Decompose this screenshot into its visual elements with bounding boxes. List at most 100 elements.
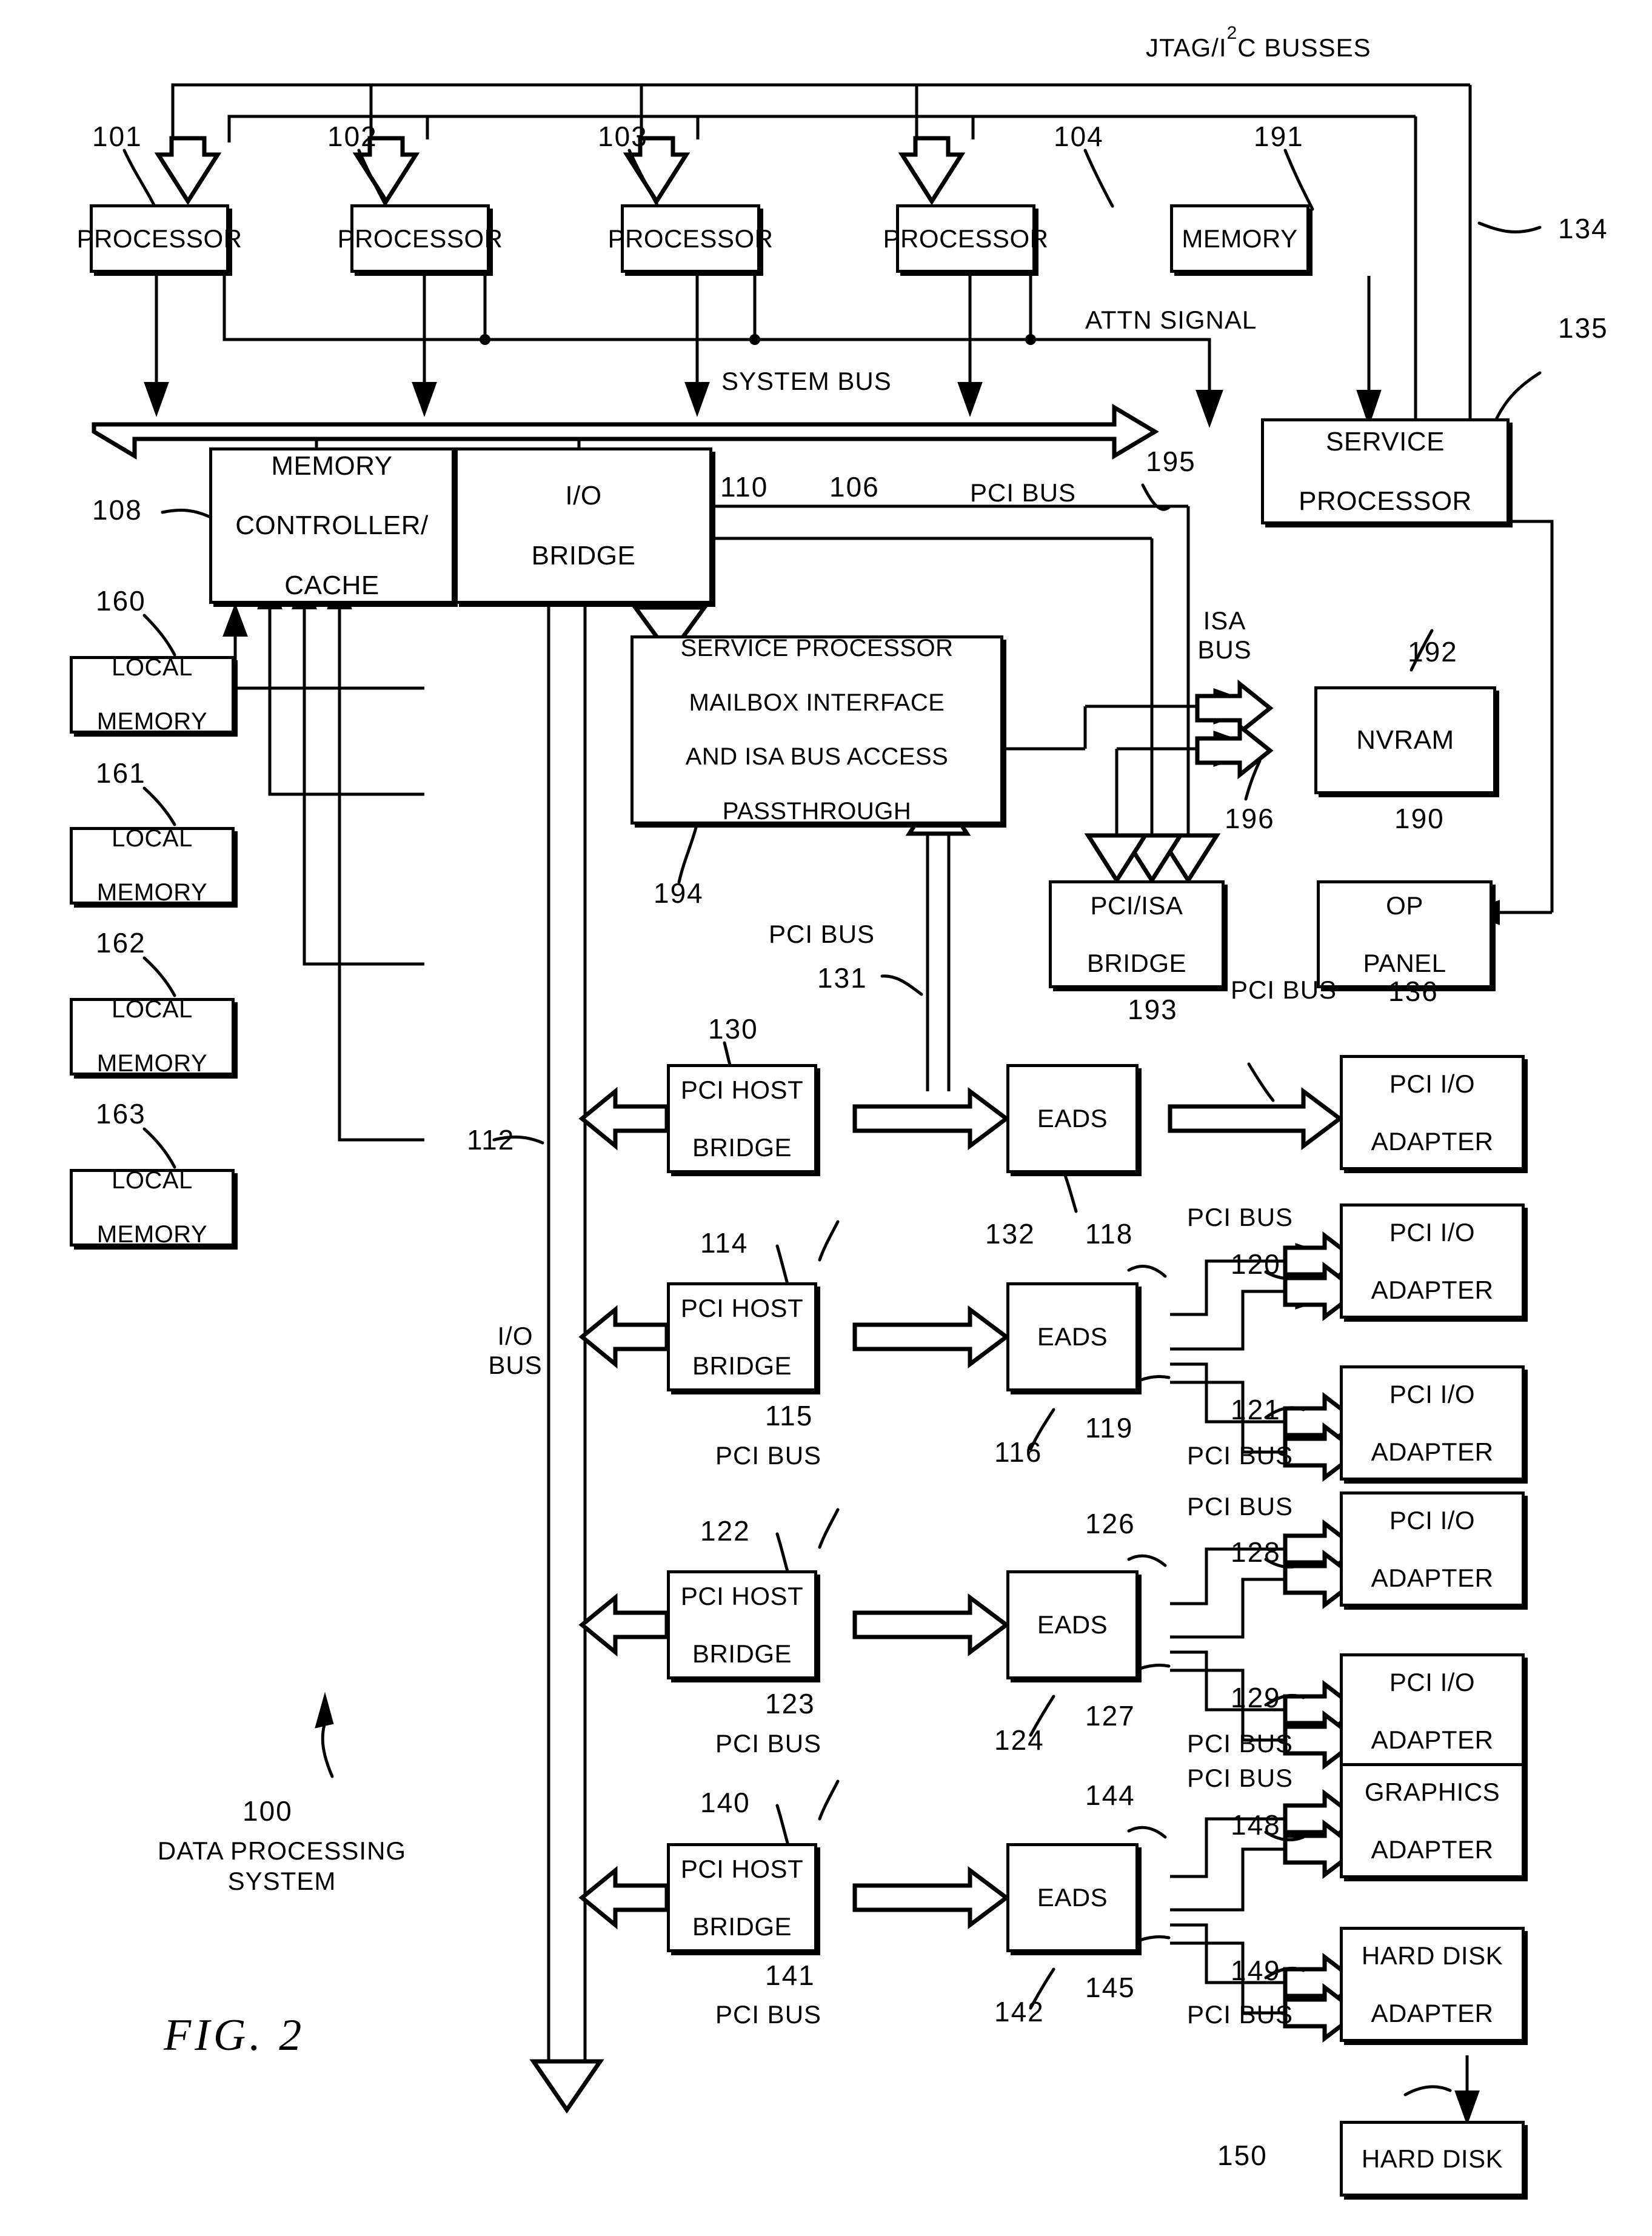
ref-149: 149 (1231, 1955, 1281, 1986)
ref-195: 195 (1146, 446, 1196, 477)
pci-host-bridge-130: PCI HOST BRIDGE (667, 1064, 817, 1173)
pci-isa-bridge-193: PCI/ISA BRIDGE (1049, 880, 1225, 988)
ref-110: 110 (720, 471, 769, 503)
system-bus-label: SYSTEM BUS (721, 367, 892, 395)
op-panel-190: OP PANEL (1317, 880, 1493, 988)
ref-101: 101 (92, 121, 142, 152)
pci-io-adapter-128: PCI I/O ADAPTER (1340, 1491, 1525, 1607)
ref-191: 191 (1254, 121, 1304, 152)
processor-102: PROCESSOR (338, 204, 503, 273)
pci-io-adapter-120: PCI I/O ADAPTER (1340, 1203, 1525, 1319)
ref-141: 141 (765, 1960, 815, 1991)
ref-123: 123 (765, 1688, 815, 1719)
local-memory-162: LOCAL MEMORY (70, 996, 235, 1077)
io-bridge-110: I/O BRIDGE (455, 447, 712, 604)
pci-bus-label-126: PCI BUS (1187, 1492, 1294, 1521)
ref-131: 131 (817, 962, 868, 994)
ref-104: 104 (1054, 121, 1104, 152)
eads-132: EADS (1006, 1064, 1139, 1173)
ref-194: 194 (654, 877, 704, 909)
pci-bus-label-106: PCI BUS (970, 478, 1077, 507)
ref-145: 145 (1085, 1972, 1135, 2003)
io-bus-label: I/O BUS (488, 1322, 543, 1380)
ref-127: 127 (1085, 1700, 1135, 1732)
pci-bus-label-118: PCI BUS (1187, 1203, 1294, 1231)
ref-114: 114 (700, 1227, 749, 1259)
figure-title: FIG. 2 (164, 2010, 306, 2060)
ref-112: 112 (467, 1124, 515, 1156)
pci-bus-label-123: PCI BUS (715, 1729, 822, 1758)
ref-134: 134 (1558, 213, 1608, 244)
nvram-192: NVRAM (1314, 686, 1496, 794)
pci-io-adapter-136: PCI I/O ADAPTER (1340, 1055, 1525, 1170)
ref-126: 126 (1085, 1508, 1135, 1539)
ref-124: 124 (994, 1724, 1045, 1756)
ref-129: 129 (1231, 1682, 1281, 1713)
jtag-i2c-superscript: 2 (1226, 23, 1238, 43)
ref-106: 106 (829, 471, 880, 503)
ref-190: 190 (1394, 803, 1445, 834)
patent-figure-sheet: JTAG/I2C BUSSES 101 102 103 104 191 134 … (0, 0, 1652, 2236)
pci-io-adapter-129: PCI I/O ADAPTER (1340, 1653, 1525, 1769)
isa-bus-label: ISA BUS (1197, 606, 1252, 664)
memory-controller-cache-108: MEMORY CONTROLLER/ CACHE (209, 447, 455, 604)
ref-160: 160 (96, 585, 146, 617)
pci-bus-label-115: PCI BUS (715, 1441, 822, 1470)
ref-192: 192 (1408, 636, 1458, 668)
eads-142: EADS (1006, 1843, 1139, 1952)
ref-119: 119 (1085, 1412, 1134, 1444)
eads-124: EADS (1006, 1570, 1139, 1679)
ref-135: 135 (1558, 312, 1608, 344)
ref-103: 103 (598, 121, 648, 152)
ref-122: 122 (700, 1515, 751, 1547)
processor-101: PROCESSOR (77, 204, 242, 273)
ref-193: 193 (1128, 994, 1178, 1025)
pci-bus-label-141: PCI BUS (715, 2000, 822, 2029)
attn-signal-label: ATTN SIGNAL (1085, 306, 1257, 334)
pci-host-bridge-114: PCI HOST BRIDGE (667, 1282, 817, 1391)
processor-103: PROCESSOR (608, 204, 773, 273)
memory-191: MEMORY (1170, 204, 1309, 273)
ref-140: 140 (700, 1787, 751, 1818)
pci-bus-label-131: PCI BUS (769, 920, 875, 948)
pci-host-bridge-140: PCI HOST BRIDGE (667, 1843, 817, 1952)
ref-148: 148 (1231, 1809, 1281, 1841)
jtag-i2c-bus-label: JTAG/I2C BUSSES (1146, 23, 1371, 62)
local-memory-163: LOCAL MEMORY (70, 1167, 235, 1248)
pci-bus-label-145: PCI BUS (1187, 2000, 1294, 2029)
ref-144: 144 (1085, 1779, 1135, 1811)
ref-118: 118 (1085, 1218, 1134, 1250)
pci-bus-label-127: PCI BUS (1187, 1729, 1294, 1758)
pci-io-adapter-121: PCI I/O ADAPTER (1340, 1365, 1525, 1481)
ref-161: 161 (96, 757, 146, 789)
ref-120: 120 (1231, 1248, 1281, 1280)
ref-196: 196 (1225, 803, 1275, 834)
ref-132: 132 (985, 1218, 1035, 1250)
ref-150: 150 (1217, 2140, 1268, 2171)
pci-bus-label-119: PCI BUS (1187, 1441, 1294, 1470)
service-processor-135: SERVICE PROCESSOR (1261, 418, 1510, 524)
ref-108: 108 (92, 494, 142, 526)
pci-host-bridge-122: PCI HOST BRIDGE (667, 1570, 817, 1679)
local-memory-161: LOCAL MEMORY (70, 825, 235, 906)
processor-104: PROCESSOR (883, 204, 1048, 273)
ref-162: 162 (96, 927, 146, 959)
ref-136: 136 (1388, 976, 1439, 1007)
ref-116: 116 (994, 1436, 1043, 1468)
hard-disk-adapter-149: HARD DISK ADAPTER (1340, 1927, 1525, 2042)
ref-100: 100 (242, 1795, 293, 1827)
pci-bus-label-144: PCI BUS (1187, 1764, 1294, 1792)
hard-disk-150: HARD DISK (1340, 2121, 1525, 2197)
ref-130: 130 (708, 1013, 758, 1045)
eads-116: EADS (1006, 1282, 1139, 1391)
ref-102: 102 (327, 121, 378, 152)
ref-142: 142 (994, 1996, 1045, 2027)
ref-115: 115 (765, 1400, 814, 1431)
ref-163: 163 (96, 1098, 146, 1130)
figure-caption: DATA PROCESSING SYSTEM (157, 1836, 407, 1896)
pci-bus-label-133: PCI BUS (1231, 976, 1337, 1004)
service-processor-mailbox-interface-194: SERVICE PROCESSOR MAILBOX INTERFACE AND … (630, 635, 1003, 825)
ref-121: 121 (1231, 1394, 1281, 1425)
ref-128: 128 (1231, 1536, 1281, 1568)
graphics-adapter-148: GRAPHICS ADAPTER (1340, 1763, 1525, 1878)
